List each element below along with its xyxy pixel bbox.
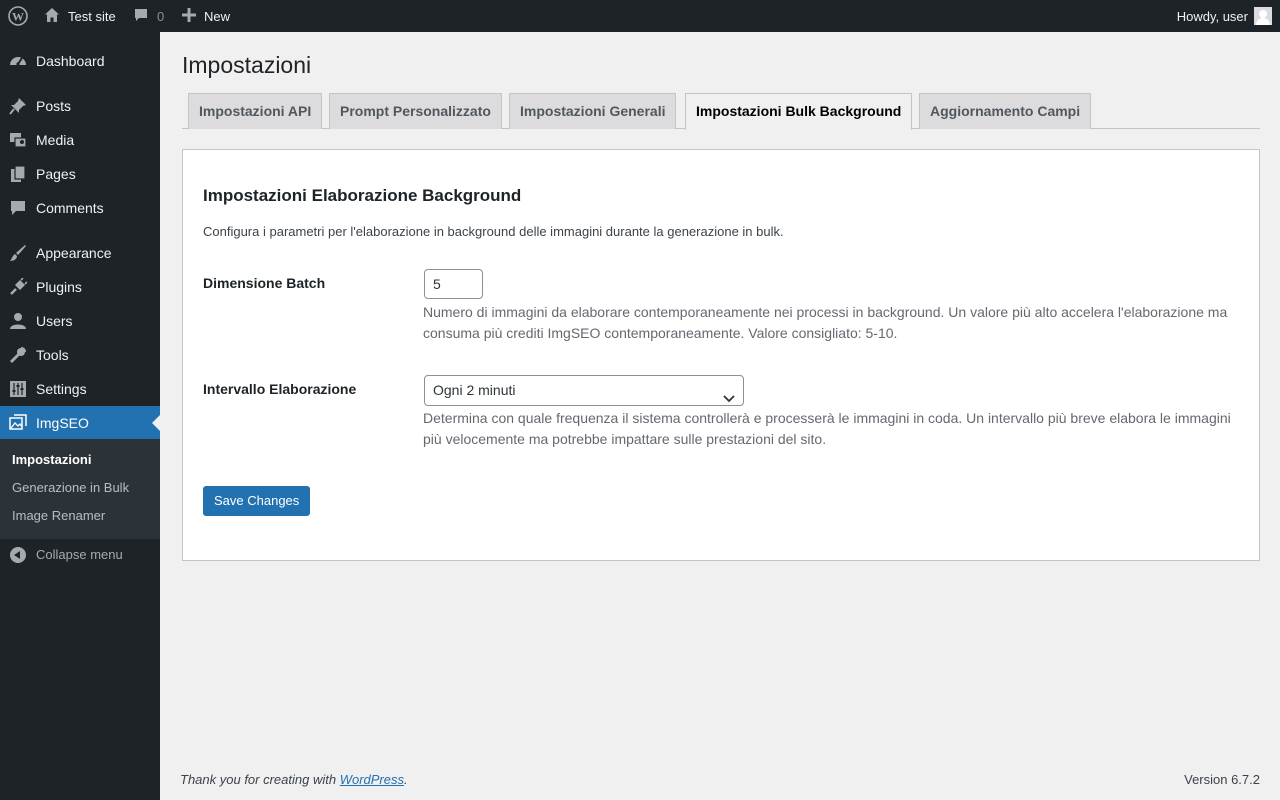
tab-aggiornamento-campi[interactable]: Aggiornamento Campi [919,93,1092,129]
section-description: Configura i parametri per l'elaborazione… [203,224,784,239]
home-icon [44,7,60,26]
collapse-arrow-icon [10,547,26,563]
account-menu[interactable]: Howdy, user [1177,0,1272,32]
interval-help: Determina con quale frequenza il sistema… [423,410,1231,447]
site-name: Test site [68,8,116,24]
dashboard-icon [9,52,27,70]
tab-impostazioni-bulk-background[interactable]: Impostazioni Bulk Background [685,93,913,130]
sidebar-item-plugins[interactable]: Plugins [0,270,160,304]
wordpress-link[interactable]: WordPress [340,772,404,787]
tab-impostazioni-generali[interactable]: Impostazioni Generali [509,93,677,129]
sidebar-item-label: Plugins [36,279,82,295]
footer-thanks-suffix: . [404,772,408,787]
sidebar-item-imgseo[interactable]: ImgSEO [0,406,160,440]
sidebar-item-label: Appearance [36,245,112,261]
sidebar-item-label: Posts [36,98,72,114]
wordpress-logo-icon[interactable]: W [6,0,30,32]
batch-size-help: Numero di immagini da elaborare contempo… [423,304,1228,341]
pin-icon [9,97,27,115]
footer-thanks-prefix: Thank you for creating with [180,772,340,787]
batch-size-label: Dimensione Batch [203,275,326,291]
footer-thanks: Thank you for creating with WordPress. [180,771,408,789]
avatar [1254,7,1272,25]
sidebar-item-users[interactable]: Users [0,304,160,338]
settings-card: Impostazioni Elaborazione Background Con… [182,149,1260,561]
interval-select[interactable]: Ogni 2 minuti [424,375,744,406]
sidebar-item-settings[interactable]: Settings [0,372,160,406]
pages-icon [9,165,27,183]
save-changes-button[interactable]: Save Changes [203,486,311,516]
interval-label: Intervallo Elaborazione [203,381,357,397]
sidebar-item-label: Settings [36,381,87,397]
media-icon [9,131,27,149]
new-label: New [204,8,231,24]
svg-text:W: W [12,10,24,24]
sidebar-item-tools[interactable]: Tools [0,338,160,372]
plug-icon [9,278,27,296]
new-content-link[interactable]: New [182,0,230,32]
comments-link[interactable]: 0 [133,0,164,32]
batch-size-input[interactable]: 5 [424,269,483,299]
admin-sidebar: Dashboard Posts Media Pages Comments App… [0,32,160,800]
settings-tabs: Impostazioni API Prompt Personalizzato I… [182,93,1260,130]
sidebar-item-label: ImgSEO [36,415,89,431]
collapse-menu-button[interactable]: Collapse menu [0,542,160,568]
imgseo-submenu: Impostazioni Generazione in Bulk Image R… [0,439,160,539]
sidebar-item-label: Dashboard [36,53,105,69]
howdy-text: Howdy, user [1176,8,1248,24]
submenu-item-impostazioni[interactable]: Impostazioni [12,451,91,469]
plus-icon [182,7,196,25]
tab-prompt-personalizzato[interactable]: Prompt Personalizzato [329,93,502,129]
sidebar-item-label: Tools [36,347,69,363]
sliders-icon [9,380,27,398]
sidebar-item-dashboard[interactable]: Dashboard [0,44,160,78]
submenu-item-image-renamer[interactable]: Image Renamer [12,507,105,525]
sidebar-item-label: Users [36,313,73,329]
collapse-menu-label: Collapse menu [36,547,123,562]
images-icon [9,414,27,432]
sidebar-item-media[interactable]: Media [0,123,160,157]
site-name-link[interactable]: Test site [44,0,116,32]
section-heading: Impostazioni Elaborazione Background [203,186,522,205]
comment-icon [9,199,27,217]
footer-version: Version 6.7.2 [1184,772,1260,787]
sidebar-item-pages[interactable]: Pages [0,157,160,191]
wrench-icon [9,346,27,364]
sidebar-item-appearance[interactable]: Appearance [0,236,160,270]
sidebar-item-comments[interactable]: Comments [0,191,160,225]
sidebar-item-posts[interactable]: Posts [0,89,160,123]
tab-impostazioni-api[interactable]: Impostazioni API [188,93,323,129]
submenu-item-generazione-bulk[interactable]: Generazione in Bulk [12,479,129,497]
page-title: Impostazioni [182,52,312,78]
user-icon [9,312,27,330]
chevron-down-icon [723,385,735,403]
comments-count: 0 [157,8,165,24]
brush-icon [9,244,27,262]
comment-icon [133,7,149,26]
sidebar-item-label: Pages [36,166,76,182]
sidebar-item-label: Comments [36,200,104,216]
interval-selected-value: Ogni 2 minuti [433,382,516,398]
sidebar-item-label: Media [36,132,75,148]
admin-bar: W Test site 0 New Howdy, user [0,0,1280,32]
